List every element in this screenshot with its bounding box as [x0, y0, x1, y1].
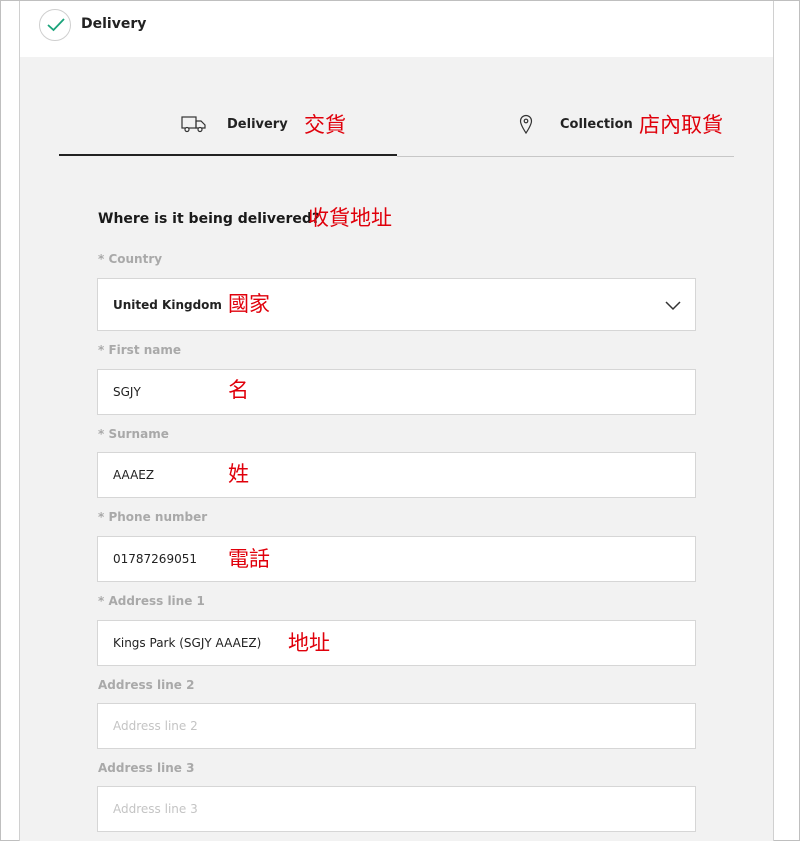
surname-annotation: 姓	[228, 462, 249, 486]
surname-label: * Surname	[98, 427, 169, 441]
chevron-down-icon	[665, 296, 681, 315]
first-name-value: SGJY	[113, 385, 141, 399]
tab-collection-annotation: 店內取貨	[639, 113, 723, 137]
phone-label: * Phone number	[98, 510, 208, 524]
phone-annotation: 電話	[228, 547, 270, 571]
address-annotation: 地址	[288, 631, 330, 655]
delivery-panel: Delivery 交貨 Collection 店內取貨 Where is it …	[20, 57, 773, 841]
address-line-2-field[interactable]: Address line 2	[97, 703, 696, 749]
phone-value: 01787269051	[113, 552, 197, 566]
country-select[interactable]: United Kingdom	[97, 278, 696, 331]
country-label: * Country	[98, 252, 163, 266]
right-divider	[773, 1, 774, 841]
tab-delivery[interactable]: Delivery 交貨	[59, 105, 397, 157]
tab-delivery-label: Delivery	[227, 117, 288, 132]
heading-text: Where is it being delivered?	[98, 211, 321, 227]
address-line-2-placeholder: Address line 2	[113, 719, 198, 733]
tab-collection[interactable]: Collection 店內取貨	[397, 105, 734, 157]
first-name-label: * First name	[98, 343, 182, 357]
tab-collection-label: Collection	[560, 117, 633, 132]
checkout-step-header: Delivery	[20, 1, 773, 57]
map-pin-icon	[519, 114, 533, 138]
address-line-1-field[interactable]: Kings Park (SGJY AAAEZ)	[97, 620, 696, 666]
address-line-3-field[interactable]: Address line 3	[97, 786, 696, 832]
country-value: United Kingdom	[113, 298, 222, 312]
checkmark-icon	[39, 9, 71, 41]
heading-annotation: 收貨地址	[308, 206, 392, 230]
truck-icon	[181, 115, 207, 137]
address-line-1-label: * Address line 1	[98, 594, 205, 608]
tab-delivery-underline	[59, 154, 397, 156]
address-line-2-label: Address line 2	[98, 678, 195, 692]
tab-collection-underline	[397, 156, 734, 157]
phone-field[interactable]: 01787269051	[97, 536, 696, 582]
surname-field[interactable]: AAAEZ	[97, 452, 696, 498]
address-line-3-label: Address line 3	[98, 761, 195, 775]
first-name-field[interactable]: SGJY	[97, 369, 696, 415]
tab-delivery-annotation: 交貨	[304, 113, 346, 137]
address-line-1-value: Kings Park (SGJY AAAEZ)	[113, 636, 262, 650]
delivery-form-heading: Where is it being delivered?	[98, 211, 320, 227]
page-frame: Delivery Delivery 交貨 Collection 店內取貨 Whe…	[0, 0, 800, 841]
step-title: Delivery	[81, 16, 147, 32]
first-name-annotation: 名	[228, 378, 249, 402]
address-line-3-placeholder: Address line 3	[113, 802, 198, 816]
surname-value: AAAEZ	[113, 468, 155, 482]
country-annotation: 國家	[228, 292, 270, 316]
